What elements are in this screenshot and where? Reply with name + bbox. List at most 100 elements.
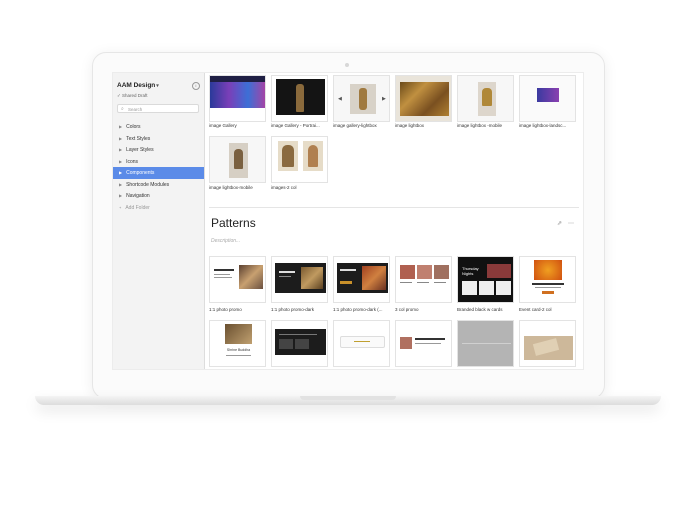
statue-figure (359, 88, 367, 110)
sidebar-item-shortcode-modules[interactable]: ▶ Shortcode Modules (113, 179, 204, 191)
text-line (214, 274, 230, 275)
patterns-description[interactable]: Description... (211, 238, 240, 244)
text-line (535, 287, 561, 288)
thumb-footer (210, 108, 265, 121)
component-thumb[interactable] (209, 136, 266, 183)
search-input[interactable]: ⌕ Search (117, 104, 199, 113)
placeholder-line (462, 343, 511, 344)
component-caption: image gallery-lightbox (333, 123, 377, 128)
card (295, 339, 309, 349)
promo-photo (239, 265, 263, 289)
pattern-caption: Event card-2 col (519, 307, 552, 312)
pattern-thumb[interactable] (333, 256, 390, 303)
chevron-right-icon: ▶ (119, 124, 123, 129)
sidebar: AAM Design▾ i ✓ Shared Draft ⌕ Search ▶ C… (113, 73, 205, 369)
text-line (434, 282, 446, 283)
cta-button (340, 281, 352, 284)
sidebar-item-icons[interactable]: ▶ Icons (113, 156, 204, 168)
sidebar-item-components[interactable]: ▶ Components (113, 167, 204, 179)
pattern-thumb[interactable] (519, 256, 576, 303)
text-line (279, 271, 295, 273)
text-line (532, 283, 564, 285)
pattern-thumb[interactable] (457, 320, 514, 367)
card (279, 339, 293, 349)
search-icon: ⌕ (121, 106, 124, 112)
search-placeholder: Search (128, 107, 143, 112)
add-folder-button[interactable]: + Add Folder (113, 202, 204, 214)
chevron-right-icon: ▶ (119, 193, 123, 198)
sidebar-item-label: Icons (126, 158, 139, 165)
arrow-right-icon[interactable]: ▶ (382, 96, 386, 102)
project-title-label: AAM Design (117, 82, 156, 89)
landscape-photo (537, 88, 559, 102)
component-caption: image lightbox-mobile (209, 185, 253, 190)
component-caption: image Gallery - Portrai... (271, 123, 320, 128)
pattern-thumb[interactable] (333, 320, 390, 367)
statue-figure (282, 145, 294, 167)
pattern-thumb[interactable] (395, 256, 452, 303)
sidebar-item-label: Colors (126, 124, 141, 130)
component-thumb[interactable] (519, 75, 576, 122)
text-line (279, 334, 317, 335)
external-link-icon[interactable]: ⇗ (557, 220, 562, 227)
info-icon[interactable]: i (192, 82, 200, 90)
app-screen: AAM Design▾ i ✓ Shared Draft ⌕ Search ▶ C… (112, 72, 584, 370)
card (462, 281, 477, 295)
laptop-notch (300, 396, 396, 400)
card-photo (434, 265, 449, 279)
pattern-thumb[interactable]: Shrine Buddha (209, 320, 266, 367)
pattern-thumb[interactable] (395, 320, 452, 367)
chevron-right-icon: ▶ (119, 158, 123, 164)
pattern-thumb[interactable] (271, 256, 328, 303)
pattern-caption: 3 col promo (395, 307, 419, 312)
thursday-heading: Thursday Nights (462, 266, 479, 276)
component-thumb[interactable] (457, 75, 514, 122)
patterns-heading: Patterns (211, 216, 256, 230)
text-line (340, 269, 356, 271)
banner (340, 336, 385, 348)
cta-button (542, 291, 554, 294)
statue-figure (234, 149, 243, 169)
pattern-thumb[interactable] (519, 320, 576, 367)
component-caption: image lightbox -mobile (457, 123, 503, 128)
pattern-thumb[interactable] (271, 320, 328, 367)
event-photo (534, 260, 562, 280)
component-thumb[interactable] (395, 75, 452, 122)
sidebar-item-navigation[interactable]: ▶ Navigation (113, 190, 204, 202)
chevron-down-icon[interactable]: ▾ (156, 83, 159, 89)
component-thumb[interactable] (209, 75, 266, 122)
card (496, 281, 511, 295)
card (479, 281, 494, 295)
sidebar-item-layer-styles[interactable]: ▶ Layer Styles (113, 144, 204, 156)
arrow-left-icon[interactable]: ◀ (338, 96, 342, 102)
statue-figure (482, 88, 492, 106)
pattern-caption: 1:1 photo promo-dark (... (333, 307, 383, 312)
sidebar-item-label: Shortcode Modules (126, 181, 170, 188)
chevron-right-icon: ▶ (119, 181, 123, 187)
component-caption: images-2 col (271, 185, 297, 190)
component-thumb[interactable]: ◀ ▶ (333, 75, 390, 122)
project-title[interactable]: AAM Design▾ (117, 82, 159, 89)
statue-figure (308, 145, 318, 167)
sidebar-item-label: Components (126, 170, 155, 176)
branded-photo (487, 264, 511, 278)
card-photo (400, 337, 412, 349)
main-content: image Gallery image Gallery - Portrai...… (205, 73, 583, 369)
statue-figure (296, 84, 304, 112)
sidebar-nav: ▶ Colors ▶ Text Styles ▶ Layer Styles ▶ Icon… (113, 121, 204, 213)
pattern-caption: Branded black w cards (457, 307, 503, 312)
pattern-thumb[interactable] (209, 256, 266, 303)
add-folder-label: Add Folder (125, 204, 150, 211)
sidebar-item-label: Layer Styles (126, 147, 154, 153)
component-thumb[interactable] (271, 136, 328, 183)
draft-status: ✓ Shared Draft (117, 93, 148, 98)
pattern-thumb[interactable]: Thursday Nights (457, 256, 514, 303)
text-line (214, 277, 232, 278)
sidebar-item-colors[interactable]: ▶ Colors (113, 121, 204, 133)
plus-icon: + (119, 204, 122, 210)
chevron-right-icon: ▶ (119, 170, 123, 175)
chevron-right-icon: ▶ (119, 135, 123, 141)
more-icon[interactable]: ⋯ (568, 220, 574, 227)
component-thumb[interactable] (271, 75, 328, 122)
sidebar-item-text-styles[interactable]: ▶ Text Styles (113, 133, 204, 145)
